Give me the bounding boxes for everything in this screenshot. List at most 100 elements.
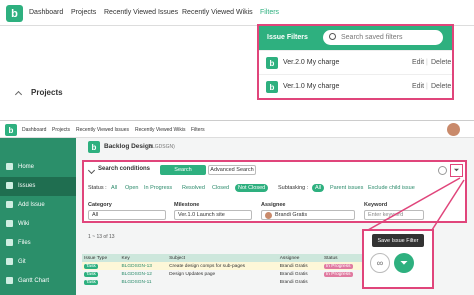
category-select[interactable]: All bbox=[88, 210, 166, 220]
link-icon[interactable]: ∞ bbox=[370, 253, 390, 273]
sidebar-item-label: Issues bbox=[18, 183, 36, 189]
tab-advanced-search[interactable]: Advanced Search bbox=[208, 165, 256, 175]
git-icon bbox=[6, 258, 13, 265]
filter-delete-link[interactable]: Delete bbox=[431, 59, 451, 66]
filter-edit-link[interactable]: Edit bbox=[412, 83, 424, 90]
chevron-down-icon[interactable] bbox=[87, 166, 96, 175]
table-row[interactable]: Task BLGDSGN-13 Create design comps for … bbox=[82, 262, 367, 270]
status-badge: In Progress bbox=[323, 271, 353, 277]
nav-filters[interactable]: Filters bbox=[260, 9, 279, 16]
filter-delete-link[interactable]: Delete bbox=[431, 83, 451, 90]
nav-projects[interactable]: Projects bbox=[71, 9, 96, 16]
top-nav-bar: b Dashboard Projects Recently Viewed Iss… bbox=[0, 0, 474, 26]
sidebar-item-issues[interactable]: Issues bbox=[0, 177, 76, 196]
chevron-up-icon[interactable] bbox=[14, 90, 23, 99]
milestone-label: Milestone bbox=[174, 202, 200, 208]
table-header-row: Issue Type Key Subject Assignee Status bbox=[82, 254, 367, 262]
issue-status bbox=[322, 278, 367, 286]
issue-key[interactable]: BLGDSGN-11 bbox=[120, 278, 168, 286]
filter-name[interactable]: Ver.1.0 My charge bbox=[283, 83, 339, 90]
sidebar-item-gantt[interactable]: Gantt Chart bbox=[0, 272, 76, 291]
status-resolved[interactable]: Resolved bbox=[182, 185, 205, 191]
search-saved-filters-input[interactable]: Search saved filters bbox=[323, 30, 443, 45]
callout-connector bbox=[367, 177, 465, 231]
sidebar-item-label: Git bbox=[18, 259, 26, 265]
projects-heading: Projects bbox=[31, 88, 63, 97]
sidebar-item-label: Files bbox=[18, 240, 31, 246]
sidebar-item-label: Home bbox=[18, 164, 35, 170]
tab-search[interactable]: Search bbox=[160, 165, 206, 175]
filter-edit-link[interactable]: Edit bbox=[412, 59, 424, 66]
col-status[interactable]: Status bbox=[321, 254, 367, 262]
col-assignee[interactable]: Assignee bbox=[277, 254, 322, 262]
issue-subject[interactable]: Design Updates page bbox=[167, 270, 278, 278]
sidebar-item-wiki[interactable]: Wiki bbox=[0, 215, 76, 234]
nav-recent-issues[interactable]: Recently Viewed Issues bbox=[104, 9, 178, 16]
status-all[interactable]: All bbox=[111, 185, 117, 191]
search-placeholder: Search saved filters bbox=[341, 34, 403, 41]
gantt-icon bbox=[6, 277, 13, 284]
save-filter-tooltip: Save Issue Filter bbox=[372, 234, 424, 247]
col-subject[interactable]: Subject bbox=[167, 254, 278, 262]
milestone-select[interactable]: Ver.1.0 Launch site bbox=[174, 210, 252, 220]
milestone-value: Ver.1.0 Launch site bbox=[178, 212, 225, 218]
sidebar: Home Issues Add Issue Wiki Files Git Gan… bbox=[0, 138, 76, 295]
status-closed[interactable]: Closed bbox=[212, 185, 229, 191]
filter-row[interactable]: b Ver.1.0 My charge Edit | Delete bbox=[259, 74, 452, 98]
nav-dashboard[interactable]: Dashboard bbox=[22, 127, 46, 133]
filter-row[interactable]: b Ver.2.0 My charge Edit | Delete bbox=[259, 50, 452, 74]
issue-key[interactable]: BLGDSGN-12 bbox=[120, 270, 168, 278]
category-label: Category bbox=[88, 202, 112, 208]
issue-assignee: Brandi Gratis bbox=[279, 279, 308, 285]
issue-type-badge: Task bbox=[84, 271, 98, 277]
project-key: (BLGDSGN) bbox=[147, 144, 175, 150]
filter-name[interactable]: Ver.2.0 My charge bbox=[283, 59, 339, 66]
project-logo: b bbox=[88, 141, 100, 153]
issue-filters-dropdown: Issue Filters Search saved filters b Ver… bbox=[257, 24, 454, 100]
search-icon bbox=[329, 33, 336, 40]
subtasking-all[interactable]: All bbox=[312, 184, 325, 192]
issue-subject[interactable]: Create design comps for sub-pages bbox=[167, 262, 278, 270]
issue-assignee: Brandi Gratis bbox=[279, 271, 308, 277]
project-title[interactable]: Backlog Design bbox=[104, 143, 153, 150]
wiki-icon bbox=[6, 220, 13, 227]
sidebar-item-label: Wiki bbox=[18, 221, 30, 227]
subtasking-label: Subtasking : bbox=[278, 185, 309, 191]
status-in-progress[interactable]: In Progress bbox=[144, 185, 172, 191]
issue-assignee: Brandi Gratis bbox=[279, 263, 308, 269]
nav-recent-wikis[interactable]: Recently Viewed Wikis bbox=[182, 9, 253, 16]
files-icon bbox=[6, 239, 13, 246]
filter-logo-icon: b bbox=[266, 57, 278, 69]
avatar bbox=[265, 212, 272, 219]
sidebar-item-files[interactable]: Files bbox=[0, 234, 76, 253]
result-count: 1 ~ 13 of 13 bbox=[88, 234, 115, 240]
nav-filters[interactable]: Filters bbox=[191, 127, 205, 133]
home-icon bbox=[6, 163, 13, 170]
sidebar-item-home[interactable]: Home bbox=[0, 158, 76, 177]
status-badge: In Progress bbox=[323, 263, 353, 269]
issue-subject[interactable] bbox=[167, 278, 278, 286]
issue-key[interactable]: BLGDSGN-13 bbox=[120, 262, 168, 270]
sidebar-item-label: Gantt Chart bbox=[18, 278, 50, 284]
col-issue-type[interactable]: Issue Type bbox=[82, 254, 120, 262]
avatar[interactable] bbox=[447, 123, 460, 136]
save-filter-button[interactable]: ⏷ bbox=[394, 253, 414, 273]
status-not-closed[interactable]: Not Closed bbox=[235, 184, 269, 192]
backlog-logo[interactable]: b bbox=[6, 5, 23, 22]
nav-dashboard[interactable]: Dashboard bbox=[29, 9, 63, 16]
category-value: All bbox=[92, 212, 99, 218]
col-key[interactable]: Key bbox=[119, 254, 168, 262]
table-row[interactable]: Task BLGDSGN-12 Design Updates page Bran… bbox=[82, 270, 367, 278]
table-row[interactable]: Task BLGDSGN-11 Brandi Gratis bbox=[82, 278, 367, 286]
issue-table: Issue Type Key Subject Assignee Status T… bbox=[82, 254, 367, 286]
status-open[interactable]: Open bbox=[125, 185, 138, 191]
dropdown-title: Issue Filters bbox=[267, 34, 308, 41]
nav-projects[interactable]: Projects bbox=[52, 127, 70, 133]
sidebar-item-git[interactable]: Git bbox=[0, 253, 76, 272]
backlog-logo[interactable]: b bbox=[5, 124, 17, 136]
status-label: Status : bbox=[88, 185, 107, 191]
nav-recent-wikis[interactable]: Recently Viewed Wikis bbox=[135, 127, 185, 133]
nav-recent-issues[interactable]: Recently Viewed Issues bbox=[76, 127, 129, 133]
sidebar-item-add-issue[interactable]: Add Issue bbox=[0, 196, 76, 215]
assignee-label: Assignee bbox=[261, 202, 286, 208]
